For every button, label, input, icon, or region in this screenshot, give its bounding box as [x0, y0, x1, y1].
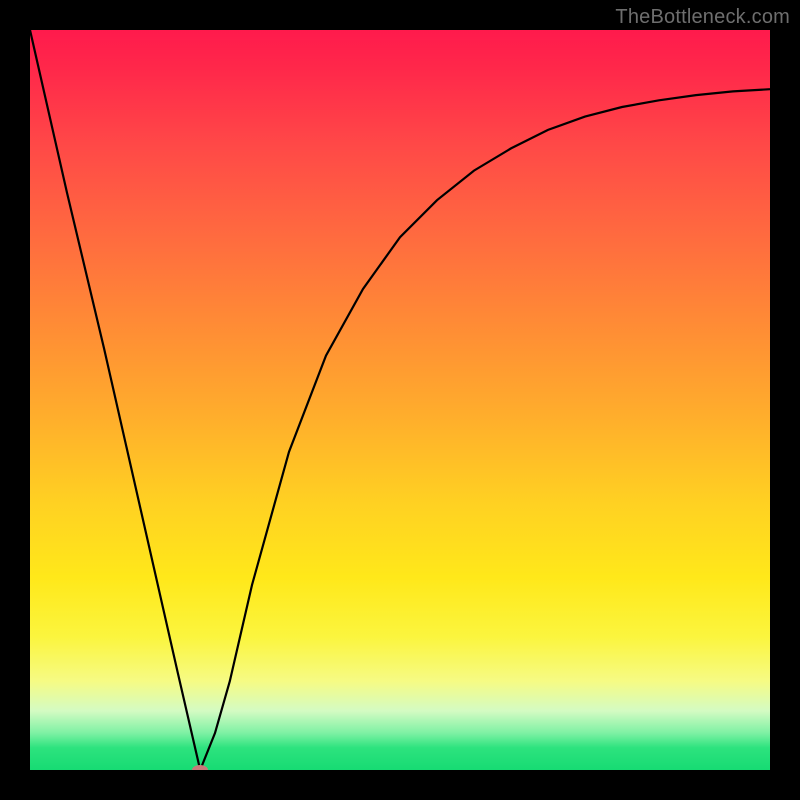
- optimal-point-marker: [192, 765, 208, 770]
- attribution-text: TheBottleneck.com: [615, 6, 790, 29]
- plot-area: [30, 30, 770, 770]
- bottleneck-curve-path: [30, 30, 770, 770]
- chart-frame: TheBottleneck.com: [0, 0, 800, 800]
- curve-layer: [30, 30, 770, 770]
